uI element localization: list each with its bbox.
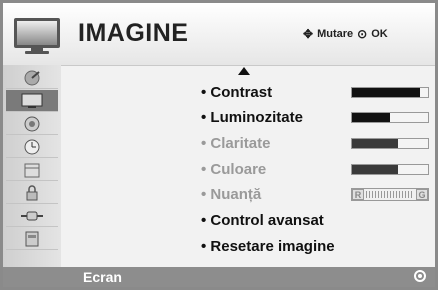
level-bar[interactable] — [351, 164, 429, 175]
menu-item-advanced-control[interactable]: • Control avansat — [201, 209, 431, 231]
menu-item-value: 50 — [201, 109, 369, 126]
menu-item-brightness[interactable]: • Luminozitate 50 — [201, 106, 431, 128]
scroll-up-arrow-icon[interactable] — [238, 67, 250, 75]
sidebar-item-extra[interactable] — [6, 228, 58, 250]
sidebar-item-picture[interactable] — [6, 90, 58, 112]
ok-select-icon — [414, 270, 426, 282]
navigation-hint: ✥ Mutare ⊙ OK — [303, 27, 388, 41]
menu-item-color[interactable]: • Culoare 60 — [201, 158, 431, 180]
input-plug-icon — [21, 211, 43, 220]
menu-item-picture-reset[interactable]: • Resetare imagine — [201, 235, 431, 257]
sidebar-item-audio[interactable] — [6, 113, 58, 135]
level-bar[interactable] — [351, 87, 429, 98]
level-bar-fill — [352, 88, 421, 97]
menu-item-label: • Resetare imagine — [201, 237, 335, 255]
level-bar-fill — [352, 165, 398, 174]
tv-icon — [14, 18, 60, 54]
level-bar-fill — [352, 113, 390, 122]
menu-item-tint[interactable]: • Nuanță 0 R G — [201, 183, 431, 205]
dpad-arrows-icon: ✥ — [303, 27, 314, 41]
menu-item-screen-selected[interactable]: Ecran — [3, 267, 435, 287]
category-sidebar — [3, 65, 61, 287]
move-hint-label: Mutare — [317, 28, 354, 40]
level-bar-fill — [352, 139, 398, 148]
remote-menu-icon — [25, 231, 39, 246]
picture-menu-list: • Contrast 90 • Luminozitate 50 • Clarit… — [61, 65, 435, 267]
menu-item-value: 60 — [201, 161, 369, 178]
speaker-icon — [24, 116, 40, 131]
menu-item-contrast[interactable]: • Contrast 90 — [201, 81, 431, 103]
balance-ticks — [366, 191, 414, 198]
menu-item-sharpness[interactable]: • Claritate 60 — [201, 132, 431, 154]
sidebar-item-option[interactable] — [6, 159, 58, 181]
lock-icon — [26, 184, 38, 200]
sidebar-item-setup[interactable] — [6, 67, 58, 89]
menu-item-value: 90 — [201, 84, 369, 101]
menu-screen: IMAGINE ✥ Mutare ⊙ OK • Contrast • Lumin… — [3, 3, 435, 287]
clock-icon — [24, 139, 40, 154]
menu-header: IMAGINE ✥ Mutare ⊙ OK — [3, 3, 435, 66]
balance-right-label: G — [416, 189, 428, 200]
level-bar[interactable] — [351, 138, 429, 149]
balance-left-label: R — [352, 189, 364, 200]
satellite-dish-icon — [24, 70, 40, 85]
tv-picture-icon — [21, 93, 43, 108]
calendar-icon — [24, 163, 40, 177]
sidebar-item-lock[interactable] — [6, 182, 58, 204]
menu-item-value: 60 — [201, 135, 369, 152]
menu-item-value: 0 — [201, 186, 369, 203]
screen-label: Ecran — [83, 269, 122, 285]
sidebar-item-input[interactable] — [6, 205, 58, 227]
ok-hint-label: OK — [371, 28, 388, 40]
level-bar[interactable] — [351, 112, 429, 123]
sidebar-item-time[interactable] — [6, 136, 58, 158]
menu-item-label: • Control avansat — [201, 211, 324, 229]
tint-balance-slider[interactable]: R G — [351, 188, 429, 201]
ok-button-icon: ⊙ — [357, 27, 368, 41]
page-title: IMAGINE — [78, 19, 189, 47]
